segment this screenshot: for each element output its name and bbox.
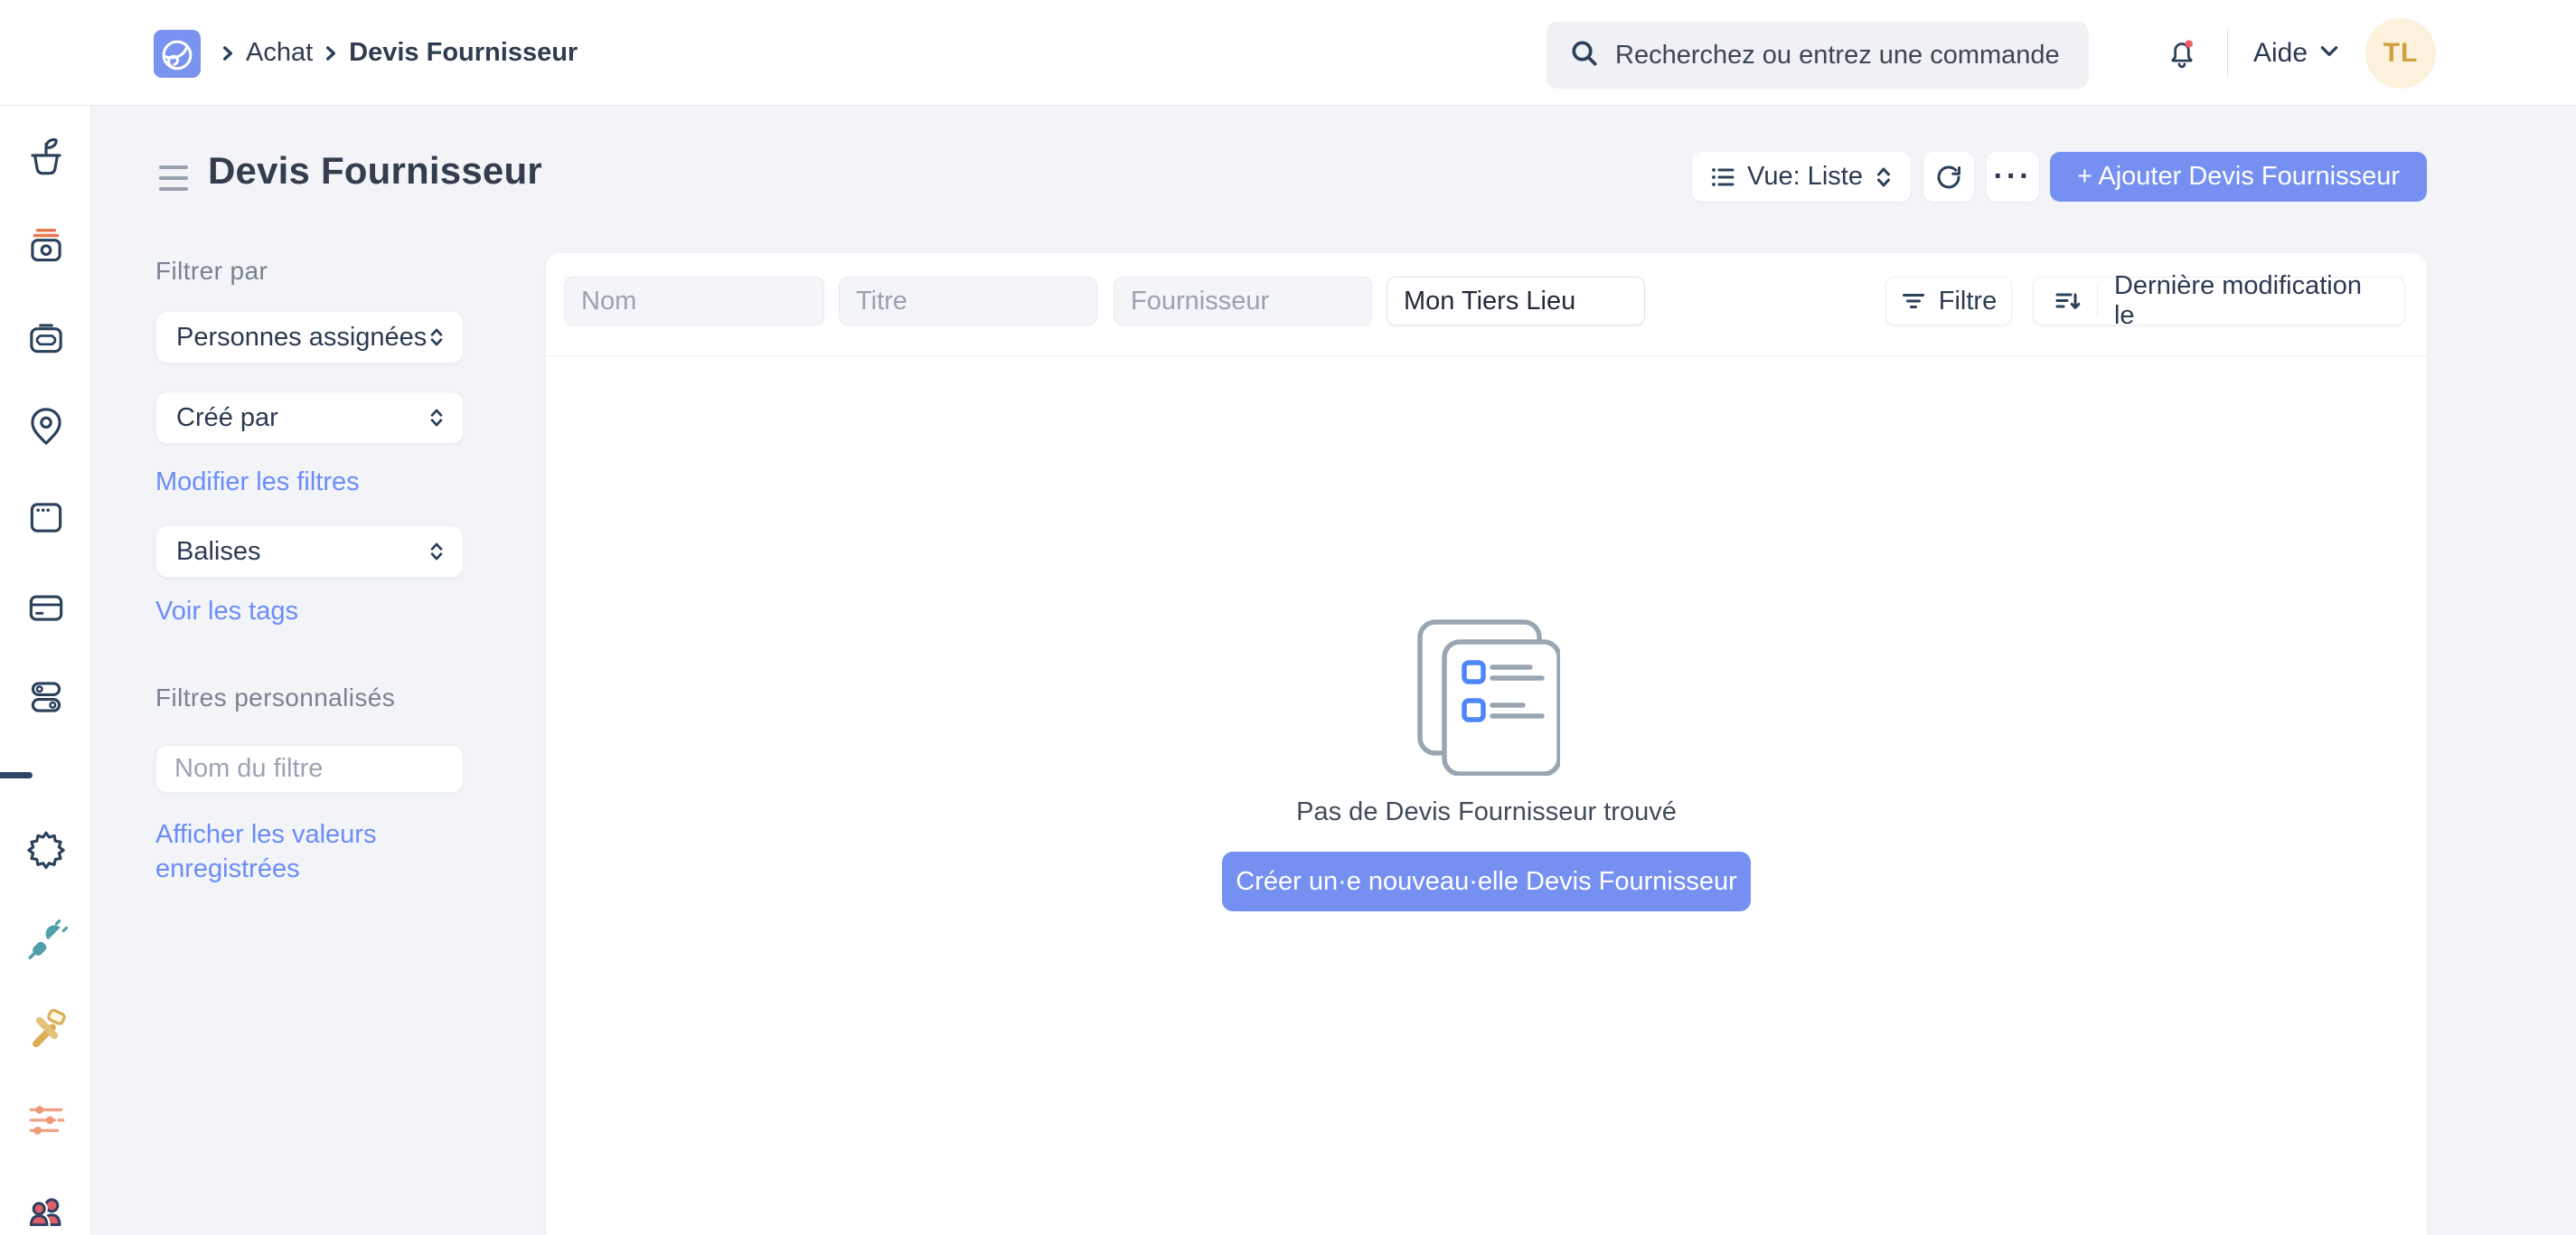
- filter-by-label: Filtrer par: [155, 257, 268, 285]
- filter-button[interactable]: Filtre: [1885, 277, 2012, 325]
- tags-dropdown[interactable]: Balises: [155, 525, 464, 578]
- selector-icon: [428, 406, 445, 429]
- empty-state-documents-icon: [1414, 615, 1562, 780]
- sort-descending-icon: [2054, 288, 2081, 315]
- assigned-to-label: Personnes assignées: [176, 322, 428, 352]
- navbar-right-cluster: Aide TL: [2162, 0, 2436, 106]
- quick-filter-tiers-lieu[interactable]: [1387, 277, 1645, 325]
- created-by-dropdown[interactable]: Créé par: [155, 391, 464, 444]
- create-new-button[interactable]: Créer un·e nouveau·elle Devis Fournisseu…: [1222, 852, 1751, 911]
- app-logo-icon[interactable]: [154, 30, 201, 78]
- selector-icon: [428, 540, 445, 563]
- tools-icon[interactable]: [23, 1008, 70, 1055]
- help-menu[interactable]: Aide: [2253, 38, 2340, 69]
- edit-filters-link[interactable]: Modifier les filtres: [155, 465, 360, 499]
- created-by-label: Créé par: [176, 402, 278, 432]
- quick-filter-nom[interactable]: [564, 277, 824, 325]
- map-pin-icon[interactable]: [23, 402, 70, 449]
- people-icon[interactable]: [23, 1185, 70, 1232]
- sort-button[interactable]: Dernière modification le: [2033, 271, 2405, 330]
- view-switcher-label: Vue: Liste: [1747, 162, 1863, 191]
- sliders-icon[interactable]: [23, 1097, 70, 1144]
- bank-card-icon[interactable]: [23, 583, 70, 630]
- help-label: Aide: [2252, 37, 2308, 68]
- saved-values-link[interactable]: Afficher les valeurs enregistrées: [155, 817, 464, 886]
- selector-icon: [428, 325, 445, 349]
- assigned-to-dropdown[interactable]: Personnes assignées: [155, 311, 464, 363]
- breadcrumb: Achat Devis Fournisseur: [219, 0, 578, 106]
- sort-button-divider: [2097, 286, 2098, 316]
- camera-icon[interactable]: [23, 224, 70, 271]
- browser-window-icon[interactable]: [23, 493, 70, 540]
- avatar[interactable]: TL: [2365, 17, 2436, 89]
- search-icon: [1570, 39, 1599, 72]
- gear-icon[interactable]: [23, 827, 70, 874]
- quick-filter-titre[interactable]: [839, 277, 1097, 325]
- global-search-input[interactable]: Recherchez ou entrez une commande: [1547, 22, 2089, 89]
- navbar-divider: [2226, 29, 2228, 77]
- breadcrumb-item-current[interactable]: Devis Fournisseur: [349, 38, 578, 68]
- search-placeholder: Recherchez ou entrez une commande: [1615, 40, 2060, 70]
- custom-filters-label: Filtres personnalisés: [155, 683, 396, 712]
- filter-name-input[interactable]: [155, 745, 464, 793]
- page-title: Devis Fournisseur: [208, 149, 542, 192]
- list-view-card: Filtre Dernière modification le: [546, 253, 2427, 1235]
- chevron-right-icon: [219, 44, 237, 62]
- chevron-down-icon: [2318, 38, 2340, 69]
- top-navbar: Achat Devis Fournisseur Recherchez ou en…: [0, 0, 2576, 106]
- view-switcher-button[interactable]: Vue: Liste: [1692, 152, 1911, 202]
- plant-pot-icon[interactable]: [23, 135, 70, 182]
- breadcrumb-item-achat[interactable]: Achat: [246, 38, 313, 68]
- refresh-button[interactable]: [1923, 152, 1974, 202]
- workspace-sidebar: [0, 106, 91, 1235]
- app-root: Achat Devis Fournisseur Recherchez ou en…: [0, 0, 2576, 1235]
- see-tags-link[interactable]: Voir les tags: [155, 594, 298, 628]
- page-menu-icon[interactable]: [159, 165, 188, 191]
- filter-button-label: Filtre: [1938, 286, 1998, 316]
- selector-icon: [1875, 165, 1893, 190]
- quick-filter-fournisseur[interactable]: [1114, 277, 1372, 325]
- sidebar-section-divider: [0, 772, 33, 778]
- add-devis-fournisseur-button[interactable]: + Ajouter Devis Fournisseur: [2050, 152, 2427, 202]
- sort-button-label: Dernière modification le: [2113, 271, 2362, 330]
- bell-icon[interactable]: [2162, 33, 2202, 73]
- empty-state-message: Pas de Devis Fournisseur trouvé: [1296, 797, 1677, 826]
- plug-icon[interactable]: [23, 918, 70, 965]
- filter-icon: [1901, 288, 1926, 314]
- list-view-icon: [1710, 165, 1735, 190]
- more-options-button[interactable]: ···: [1987, 152, 2039, 202]
- toggles-icon[interactable]: [23, 674, 70, 721]
- chevron-right-icon: [322, 44, 340, 62]
- filter-row-divider: [546, 355, 2427, 356]
- briefcase-icon[interactable]: [23, 314, 70, 361]
- refresh-icon: [1937, 165, 1960, 188]
- tags-label: Balises: [176, 536, 261, 566]
